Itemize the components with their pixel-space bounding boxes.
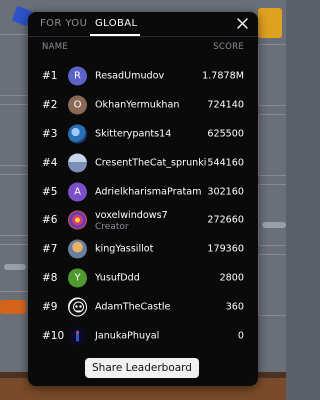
background-pipe xyxy=(4,264,26,270)
game-sprite xyxy=(0,300,26,314)
share-leaderboard-button[interactable]: Share Leaderboard xyxy=(85,358,199,378)
rank-label: #7 xyxy=(42,243,58,256)
name-column-header: NAME xyxy=(42,42,69,52)
background-panel xyxy=(258,114,286,176)
background-panel xyxy=(258,44,286,106)
username-label[interactable]: YusufDdd xyxy=(95,272,140,283)
username-label[interactable]: ResadUmudov xyxy=(95,71,164,82)
leaderboard-row[interactable]: #7 kingYassillot 179360 xyxy=(28,235,258,264)
background-panel xyxy=(258,254,286,316)
leaderboard-row[interactable]: #1 R ResadUmudov 1.7878M xyxy=(28,62,258,91)
score-value: 625500 xyxy=(207,128,244,140)
close-icon[interactable] xyxy=(234,16,250,32)
score-value: 0 xyxy=(237,330,244,342)
score-value: 2800 xyxy=(219,272,244,284)
letter-avatar-icon[interactable]: A xyxy=(68,182,87,202)
leaderboard-list: #1 R ResadUmudov 1.7878M #2 O OkhanYermukhan 72… xyxy=(28,62,258,350)
letter-avatar-icon[interactable]: O xyxy=(68,95,87,115)
leaderboard-row[interactable]: #2 O OkhanYermukhan 724140 xyxy=(28,91,258,120)
leaderboard-row[interactable]: #10 JanukaPhuyal 0 xyxy=(28,321,258,350)
creator-badge: Creator xyxy=(95,221,129,232)
background-panel xyxy=(0,104,30,166)
score-value: 544160 xyxy=(207,157,244,169)
leaderboard-row[interactable]: #9 AdamTheCastle 360 xyxy=(28,292,258,321)
leaderboard-modal: FOR YOU GLOBAL NAME SCORE #1 R ResadUmudov… xyxy=(28,12,258,386)
background-panel xyxy=(0,174,30,236)
colorful-pattern-avatar-icon[interactable] xyxy=(68,210,87,230)
dark-avatar-icon[interactable] xyxy=(68,326,87,346)
username-label[interactable]: OkhanYermukhan xyxy=(95,100,179,111)
username-label[interactable]: JanukaPhuyal xyxy=(95,330,159,341)
leaderboard-row[interactable]: #8 Y YusufDdd 2800 xyxy=(28,264,258,293)
column-headers: NAME SCORE xyxy=(42,42,244,54)
username-label[interactable]: Skitterypants14 xyxy=(95,128,171,139)
leaderboard-row[interactable]: #3 Skitterypants14 625500 xyxy=(28,120,258,149)
leaderboard-tabs: FOR YOU GLOBAL xyxy=(28,12,258,36)
skull-avatar-icon[interactable] xyxy=(68,297,87,317)
username-label[interactable]: AdamTheCastle xyxy=(95,301,170,312)
username-label[interactable]: AdrielkharismaPratam xyxy=(95,186,201,197)
background-pipe xyxy=(262,222,286,228)
rank-label: #9 xyxy=(42,300,58,313)
score-value: 724140 xyxy=(207,99,244,111)
score-value: 360 xyxy=(225,301,244,313)
character-avatar-icon[interactable] xyxy=(68,239,87,259)
letter-avatar-icon[interactable]: R xyxy=(68,66,87,86)
rank-label: #3 xyxy=(42,127,58,140)
rank-label: #4 xyxy=(42,156,58,169)
score-value: 272660 xyxy=(207,214,244,226)
background-panel xyxy=(0,34,30,96)
rank-label: #6 xyxy=(42,214,58,227)
background-panel xyxy=(258,184,286,246)
rank-label: #2 xyxy=(42,99,58,112)
leaderboard-row[interactable]: #6 voxelwindows7 Creator 272660 xyxy=(28,206,258,235)
username-label[interactable]: voxelwindows7 xyxy=(95,210,168,221)
rank-label: #8 xyxy=(42,271,58,284)
score-value: 179360 xyxy=(207,243,244,255)
leaderboard-row[interactable]: #4 CresentTheCat_sprunki 544160 xyxy=(28,148,258,177)
score-value: 302160 xyxy=(207,186,244,198)
username-label[interactable]: CresentTheCat_sprunki xyxy=(95,157,206,168)
score-column-header: SCORE xyxy=(213,42,244,52)
rank-label: #1 xyxy=(42,70,58,83)
rank-label: #5 xyxy=(42,185,58,198)
username-label[interactable]: kingYassillot xyxy=(95,244,153,255)
game-sprite xyxy=(258,8,282,38)
cat-avatar-icon[interactable] xyxy=(68,153,87,173)
rank-label: #10 xyxy=(42,329,65,342)
tab-global[interactable]: GLOBAL xyxy=(95,18,138,29)
tab-for-you[interactable]: FOR YOU xyxy=(40,18,87,29)
score-value: 1.7878M xyxy=(202,70,244,82)
leaderboard-row[interactable]: #5 A AdrielkharismaPratam 302160 xyxy=(28,177,258,206)
letter-avatar-icon[interactable]: Y xyxy=(68,268,87,288)
blue-pattern-avatar-icon[interactable] xyxy=(68,124,87,144)
tabs-divider xyxy=(28,36,258,37)
